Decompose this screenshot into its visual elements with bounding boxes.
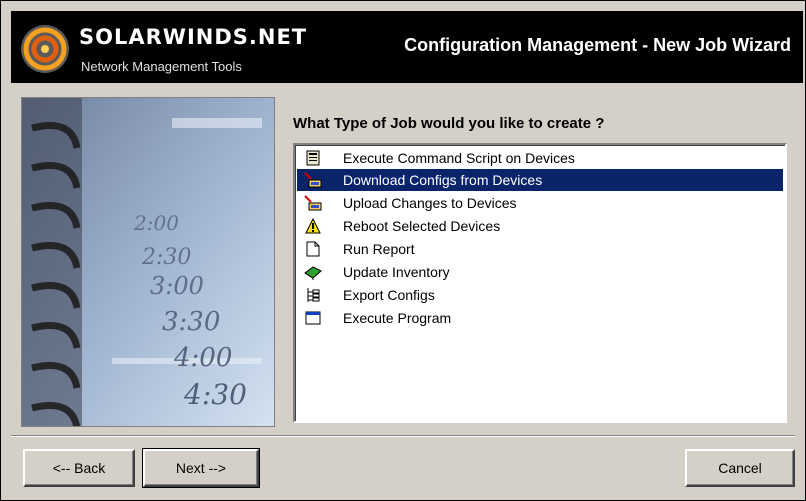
list-item-reboot-devices[interactable]: Reboot Selected Devices bbox=[297, 215, 783, 237]
warning-icon bbox=[303, 217, 323, 235]
clock-label: 2:00 bbox=[133, 211, 179, 235]
list-item-label: Execute Program bbox=[343, 310, 452, 326]
inventory-icon bbox=[303, 263, 323, 281]
report-icon bbox=[303, 240, 323, 258]
upload-icon bbox=[303, 194, 323, 212]
script-icon bbox=[303, 149, 323, 167]
list-item-label: Reboot Selected Devices bbox=[343, 218, 501, 234]
list-item-label: Run Report bbox=[343, 241, 415, 257]
list-item-execute-command-script[interactable]: Execute Command Script on Devices bbox=[297, 147, 783, 169]
clock-label: 4:00 bbox=[173, 343, 232, 373]
list-item-execute-program[interactable]: Execute Program bbox=[297, 307, 783, 329]
program-icon bbox=[303, 309, 323, 327]
clock-label: 4:30 bbox=[183, 378, 247, 411]
list-item-label: Export Configs bbox=[343, 287, 435, 303]
job-type-listbox[interactable]: Execute Command Script on Devices Downlo… bbox=[293, 143, 787, 423]
next-button[interactable]: Next --> bbox=[142, 448, 260, 488]
header-banner: SOLARWINDS.NET Network Management Tools … bbox=[11, 11, 803, 83]
export-icon bbox=[303, 286, 323, 304]
clock-label: 3:30 bbox=[162, 307, 220, 337]
list-item-update-inventory[interactable]: Update Inventory bbox=[297, 261, 783, 283]
solarwinds-logo: SOLARWINDS.NET Network Management Tools bbox=[19, 19, 306, 79]
wizard-window: SOLARWINDS.NET Network Management Tools … bbox=[0, 0, 806, 501]
brand-name: SOLARWINDS.NET bbox=[79, 25, 308, 49]
calendar-spiral-image: 2:00 2:30 3:00 3:30 4:00 4:30 bbox=[21, 97, 275, 427]
download-icon bbox=[303, 171, 323, 189]
back-button[interactable]: <-- Back bbox=[23, 449, 135, 487]
clock-label: 2:30 bbox=[141, 245, 191, 270]
list-item-label: Update Inventory bbox=[343, 264, 450, 280]
list-item-run-report[interactable]: Run Report bbox=[297, 238, 783, 260]
button-divider bbox=[11, 435, 795, 437]
brand-tagline: Network Management Tools bbox=[81, 59, 242, 74]
swirl-logo-icon bbox=[21, 25, 69, 73]
wizard-title: Configuration Management - New Job Wizar… bbox=[404, 35, 791, 55]
clock-label: 3:00 bbox=[150, 272, 204, 300]
list-item-export-configs[interactable]: Export Configs bbox=[297, 284, 783, 306]
list-item-download-configs[interactable]: Download Configs from Devices bbox=[297, 169, 783, 191]
list-item-label: Download Configs from Devices bbox=[343, 172, 543, 188]
cancel-button[interactable]: Cancel bbox=[685, 449, 795, 487]
list-item-label: Upload Changes to Devices bbox=[343, 195, 517, 211]
list-item-label: Execute Command Script on Devices bbox=[343, 150, 575, 166]
list-item-upload-changes[interactable]: Upload Changes to Devices bbox=[297, 192, 783, 214]
job-type-question: What Type of Job would you like to creat… bbox=[293, 115, 605, 132]
